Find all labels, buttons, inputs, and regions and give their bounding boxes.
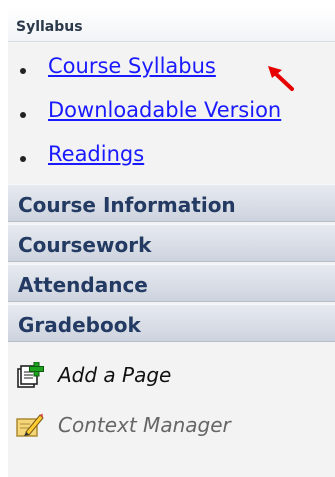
- readings-link[interactable]: Readings: [48, 142, 144, 166]
- bullet-icon: [20, 68, 26, 74]
- nav-gradebook[interactable]: Gradebook: [8, 304, 335, 342]
- page-tools: Add a Page Context Manager: [8, 342, 335, 450]
- context-manager-button[interactable]: Context Manager: [8, 400, 335, 450]
- downloadable-version-link[interactable]: Downloadable Version: [48, 98, 281, 122]
- list-item: Readings: [8, 138, 335, 182]
- list-item: Downloadable Version: [8, 94, 335, 138]
- add-page-label: Add a Page: [58, 363, 172, 387]
- red-arrow-icon: [268, 66, 294, 91]
- nav-attendance[interactable]: Attendance: [8, 264, 335, 302]
- bullet-icon: [20, 112, 26, 118]
- course-syllabus-link[interactable]: Course Syllabus: [48, 54, 216, 78]
- nav-coursework[interactable]: Coursework: [8, 224, 335, 262]
- context-manager-label: Context Manager: [58, 413, 231, 437]
- nav-course-information[interactable]: Course Information: [8, 184, 335, 222]
- context-manager-icon: [16, 413, 44, 437]
- add-page-icon: [17, 362, 44, 388]
- add-page-button[interactable]: Add a Page: [8, 350, 335, 400]
- syllabus-link-list: Course Syllabus Downloadable Version Rea…: [8, 42, 335, 182]
- section-header-syllabus: Syllabus: [8, 8, 335, 42]
- bullet-icon: [20, 156, 26, 162]
